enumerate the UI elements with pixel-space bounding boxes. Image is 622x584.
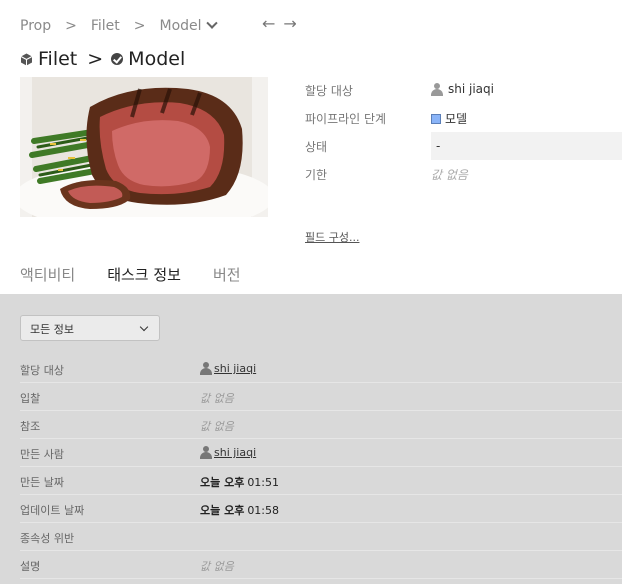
title-separator: > <box>87 48 104 70</box>
info-row-bid: 입찰 값 없음 <box>20 383 622 411</box>
info-row-updated-date: 업데이트 날짜 오늘 오후 01:58 <box>20 495 622 523</box>
tab-task-info[interactable]: 태스크 정보 <box>107 264 181 285</box>
property-status: 상태 - <box>305 132 622 160</box>
task-check-icon <box>111 53 124 65</box>
arrow-right-icon[interactable]: → <box>283 14 304 33</box>
history-nav: ←→ <box>262 14 305 33</box>
user-icon <box>431 82 443 96</box>
info-label: 할당 대상 <box>20 364 64 377</box>
breadcrumb: Prop > Filet > Model <box>20 16 218 36</box>
stage-color-swatch <box>431 113 441 124</box>
date-day: 오늘 오후 <box>200 504 245 517</box>
breadcrumb-separator: > <box>133 18 146 34</box>
date-day: 오늘 오후 <box>200 476 245 489</box>
property-assignee: 할당 대상 shi jiaqi <box>305 76 622 104</box>
due-date-value[interactable]: 값 없음 <box>431 166 468 183</box>
property-due: 기한 값 없음 <box>305 160 622 188</box>
info-value[interactable]: 값 없음 <box>200 390 234 406</box>
property-value-assignee[interactable]: shi jiaqi <box>431 82 494 96</box>
property-label: 기한 <box>305 168 328 182</box>
info-value[interactable]: shi jiaqi <box>200 362 256 375</box>
property-label: 할당 대상 <box>305 84 353 98</box>
info-value[interactable]: 값 없음 <box>200 558 234 574</box>
info-list: 할당 대상 shi jiaqi 입찰 값 없음 참조 값 없음 만든 사람 sh… <box>20 355 622 579</box>
breadcrumb-item-model[interactable]: Model <box>160 18 202 34</box>
page-title: Filet > Model <box>20 46 185 72</box>
detail-tabs: 액티비티 태스크 정보 버전 <box>20 264 273 285</box>
info-row-cc: 참조 값 없음 <box>20 411 622 439</box>
info-value[interactable]: 값 없음 <box>200 418 234 434</box>
assignee-name[interactable]: shi jiaqi <box>448 82 494 96</box>
chevron-down-icon[interactable] <box>205 17 218 29</box>
user-icon <box>200 362 212 375</box>
info-label: 설명 <box>20 560 41 573</box>
task-thumbnail[interactable] <box>20 77 268 217</box>
property-pipeline-step: 파이프라인 단계 모델 <box>305 104 622 132</box>
info-label: 만든 사람 <box>20 448 64 461</box>
breadcrumb-separator: > <box>65 18 77 34</box>
task-properties: 할당 대상 shi jiaqi 파이프라인 단계 모델 상태 - 기한 값 없음 <box>305 76 622 188</box>
status-field[interactable]: - <box>431 132 622 160</box>
info-value: 오늘 오후 01:58 <box>200 502 279 518</box>
info-value: 오늘 오후 01:51 <box>200 474 279 490</box>
info-label: 참조 <box>20 420 41 433</box>
info-label: 업데이트 날짜 <box>20 504 85 517</box>
info-value[interactable]: shi jiaqi <box>200 446 256 459</box>
breadcrumb-item-prop[interactable]: Prop <box>20 18 51 34</box>
property-value-pipeline-step[interactable]: 모델 <box>431 110 467 127</box>
user-link[interactable]: shi jiaqi <box>214 446 256 459</box>
info-label: 입찰 <box>20 392 41 405</box>
tab-versions[interactable]: 버전 <box>213 264 241 285</box>
property-label: 상태 <box>305 140 328 154</box>
property-label: 파이프라인 단계 <box>305 112 387 126</box>
chevron-down-icon <box>139 322 149 332</box>
pipeline-step-name: 모델 <box>445 112 468 126</box>
info-row-assignee: 할당 대상 shi jiaqi <box>20 355 622 383</box>
info-label: 종속성 위반 <box>20 532 75 545</box>
info-row-description: 설명 값 없음 <box>20 551 622 579</box>
info-row-created-by: 만든 사람 shi jiaqi <box>20 439 622 467</box>
configure-fields-link[interactable]: 필드 구성... <box>305 229 359 245</box>
user-icon <box>200 446 212 459</box>
info-label: 만든 날짜 <box>20 476 64 489</box>
user-link[interactable]: shi jiaqi <box>214 362 256 375</box>
info-filter-value: 모든 정보 <box>30 323 74 336</box>
title-current: Model <box>128 48 186 70</box>
task-info-panel: 모든 정보 할당 대상 shi jiaqi 입찰 값 없음 참조 값 없음 만든… <box>0 294 622 584</box>
arrow-left-icon[interactable]: ← <box>262 14 283 33</box>
asset-box-icon <box>20 53 33 66</box>
info-row-created-date: 만든 날짜 오늘 오후 01:51 <box>20 467 622 495</box>
info-row-dependency-violation: 종속성 위반 <box>20 523 622 551</box>
title-parent-link[interactable]: Filet <box>38 48 77 70</box>
breadcrumb-item-filet[interactable]: Filet <box>91 18 120 34</box>
tab-activity[interactable]: 액티비티 <box>20 264 75 285</box>
info-filter-dropdown[interactable]: 모든 정보 <box>20 315 160 341</box>
date-time: 01:51 <box>247 475 280 489</box>
date-time: 01:58 <box>247 503 280 517</box>
